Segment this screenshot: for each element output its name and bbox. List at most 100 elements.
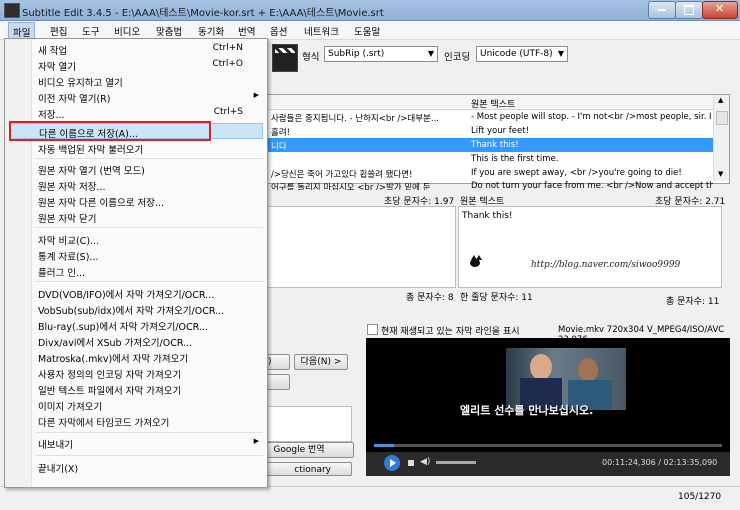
- menu-item-save[interactable]: 저장... Ctrl+S: [5, 105, 265, 121]
- encoding-select[interactable]: Unicode (UTF-8) ▼: [476, 46, 568, 62]
- menu-options[interactable]: 옵션: [270, 24, 287, 38]
- format-label: 형식: [302, 52, 320, 63]
- show-current-line-label: 현재 재생되고 있는 자막 라인을 표시: [381, 327, 520, 337]
- scroll-up-icon[interactable]: ▲: [718, 96, 723, 104]
- menu-item-import-images[interactable]: 이미지 가져오기: [5, 397, 265, 413]
- menu-separator: [35, 281, 263, 282]
- menu-item-save-original[interactable]: 원본 자막 저장...: [5, 177, 265, 193]
- row-text: 니다: [271, 142, 287, 152]
- menu-item-label: 이미지 가져오기: [38, 402, 103, 413]
- menu-separator: [35, 158, 263, 159]
- menu-item-import-dvd[interactable]: DVD(VOB/IFO)에서 자막 가져오기/OCR...: [5, 285, 265, 301]
- minimize-button[interactable]: [648, 1, 676, 19]
- menu-item-new[interactable]: 새 작업 Ctrl+N: [5, 41, 265, 57]
- menu-help[interactable]: 도움말: [354, 24, 380, 38]
- menu-item-plugins[interactable]: 플러그 인...: [5, 263, 265, 279]
- menu-edit[interactable]: 편집: [50, 24, 67, 38]
- menu-item-reopen[interactable]: 이전 자막 열기(R) ▶: [5, 89, 265, 105]
- volume-slider[interactable]: [436, 461, 476, 464]
- menu-item-open[interactable]: 자막 열기 Ctrl+O: [5, 57, 265, 73]
- menu-item-open-original[interactable]: 원본 자막 열기 (번역 모드): [5, 161, 265, 177]
- menu-item-label: 원본 자막 다른 이름으로 저장...: [38, 198, 165, 209]
- clapperboard-icon[interactable]: [272, 44, 298, 72]
- menu-separator: [35, 432, 263, 433]
- next-button[interactable]: 다음(N) >: [294, 354, 348, 370]
- menu-item-label: 이전 자막 열기(R): [38, 94, 111, 105]
- format-select[interactable]: SubRip (.srt) ▼: [324, 46, 438, 62]
- row-original: Lift your feet!: [471, 126, 529, 136]
- menu-item-label: 다른 자막에서 타임코드 가져오기: [38, 418, 170, 429]
- total-chars-left: 총 문자수: 8: [406, 293, 454, 303]
- menu-item-label: 자막 열기: [38, 62, 76, 73]
- menu-item-import-matroska[interactable]: Matroska(.mkv)에서 자막 가져오기: [5, 349, 265, 365]
- menu-item-label: Matroska(.mkv)에서 자막 가져오기: [38, 354, 189, 365]
- menu-item-import-vobsub[interactable]: VobSub(sub/idx)에서 자막 가져오기/OCR...: [5, 301, 265, 317]
- menu-item-import-bluray[interactable]: Blu-ray(.sup)에서 자막 가져오기/OCR...: [5, 317, 265, 333]
- encoding-label: 인코딩: [444, 52, 471, 63]
- play-button[interactable]: [384, 455, 400, 471]
- menu-video[interactable]: 비디오: [114, 24, 140, 38]
- subtitle-edit-box[interactable]: [266, 206, 456, 288]
- close-button[interactable]: ✕: [702, 1, 738, 19]
- menu-item-export[interactable]: 내보내기 ▶: [5, 435, 265, 451]
- row-original: This is the first time.: [471, 154, 559, 164]
- menu-network[interactable]: 네트워크: [304, 24, 339, 38]
- menu-item-open-keep-video[interactable]: 비디오 유지하고 열기: [5, 73, 265, 89]
- menu-spellcheck[interactable]: 맞춤법: [156, 24, 182, 38]
- dictionary-label: ctionary: [294, 465, 331, 475]
- grid-scrollbar[interactable]: ▲ ▼: [713, 95, 729, 181]
- chars-per-line: 한 줄당 문자수: 11: [460, 293, 533, 303]
- menu-item-statistics[interactable]: 통계 자료(S)...: [5, 247, 265, 263]
- menu-item-label: 저장...: [38, 110, 65, 121]
- menu-item-import-custom-encoding[interactable]: 사용자 정의의 인코딩 자막 가져오기: [5, 365, 265, 381]
- menu-translate[interactable]: 번역: [238, 24, 255, 38]
- maximize-button[interactable]: [675, 1, 703, 19]
- submenu-arrow-icon: ▶: [253, 91, 259, 99]
- submenu-arrow-icon: ▶: [253, 437, 259, 445]
- menu-item-label: 새 작업: [38, 46, 68, 57]
- row-text: 홀려!: [271, 128, 291, 138]
- menu-item-label: 플러그 인...: [38, 268, 86, 279]
- volume-icon[interactable]: ◀): [420, 457, 430, 467]
- grid-header-original: 원본 텍스트: [471, 100, 516, 110]
- original-text-box[interactable]: Thank this! http://blog.naver.com/siwoo9…: [458, 206, 722, 288]
- stop-icon[interactable]: [408, 460, 414, 466]
- menu-item-save-original-as[interactable]: 원본 자막 다른 이름으로 저장...: [5, 193, 265, 209]
- menu-item-label: 원본 자막 저장...: [38, 182, 106, 193]
- menu-item-shortcut: Ctrl+S: [213, 107, 243, 117]
- menu-item-label: VobSub(sub/idx)에서 자막 가져오기/OCR...: [38, 306, 225, 317]
- video-frame: [506, 348, 626, 410]
- row-original: If you are swept away, <br />you're goin…: [471, 168, 682, 178]
- chevron-down-icon: ▼: [427, 49, 434, 58]
- row-original: - Most people will stop. - I'm not<br />…: [471, 112, 713, 122]
- menu-item-compare[interactable]: 자막 비교(C)...: [5, 231, 265, 247]
- menu-item-exit[interactable]: 끝내기(X): [5, 459, 265, 475]
- menu-item-label: 원본 자막 열기 (번역 모드): [38, 166, 145, 177]
- menu-item-shortcut: Ctrl+N: [212, 43, 243, 53]
- chevron-down-icon: ▼: [557, 49, 564, 58]
- menu-item-import-xsub[interactable]: Divx/avi에서 XSub 가져오기/OCR...: [5, 333, 265, 349]
- player-controls: ◀) 00:11:24,306 / 02:13:35,090: [366, 452, 730, 476]
- menu-item-label: 내보내기: [38, 440, 73, 451]
- menu-item-import-timecodes[interactable]: 다른 자막에서 타임코드 가져오기: [5, 413, 265, 429]
- scroll-down-icon[interactable]: ▼: [718, 170, 723, 178]
- next-button-label: 다음(N) >: [300, 357, 342, 367]
- menu-item-label: 일반 텍스트 파일에서 자막 가져오기: [38, 386, 182, 397]
- encoding-value: Unicode (UTF-8): [480, 49, 553, 59]
- format-value: SubRip (.srt): [328, 49, 385, 59]
- menu-tools[interactable]: 도구: [82, 24, 99, 38]
- show-current-line-checkbox[interactable]: [367, 324, 378, 335]
- menu-item-restore-autobackup[interactable]: 자동 백업된 자막 불러오기: [5, 140, 265, 156]
- menu-item-import-plain-text[interactable]: 일반 텍스트 파일에서 자막 가져오기: [5, 381, 265, 397]
- menu-item-close-original[interactable]: 원본 자막 닫기: [5, 209, 265, 225]
- video-time: 00:11:24,306 / 02:13:35,090: [602, 458, 718, 467]
- menu-sync[interactable]: 동기화: [198, 24, 224, 38]
- scroll-thumb[interactable]: [716, 111, 728, 125]
- file-menu-dropdown: 새 작업 Ctrl+N 자막 열기 Ctrl+O 비디오 유지하고 열기 이전 자막…: [4, 38, 268, 488]
- minimize-icon: [658, 9, 666, 11]
- menu-item-label: Divx/avi에서 XSub 가져오기/OCR...: [38, 338, 193, 349]
- seek-bar[interactable]: [374, 444, 722, 447]
- original-text-value: Thank this!: [462, 211, 513, 221]
- menu-item-label: Blu-ray(.sup)에서 자막 가져오기/OCR...: [38, 322, 208, 333]
- video-player[interactable]: 엘리트 선수를 만나보십시오. ◀) 00:11:24,306 / 02:13:…: [366, 338, 730, 476]
